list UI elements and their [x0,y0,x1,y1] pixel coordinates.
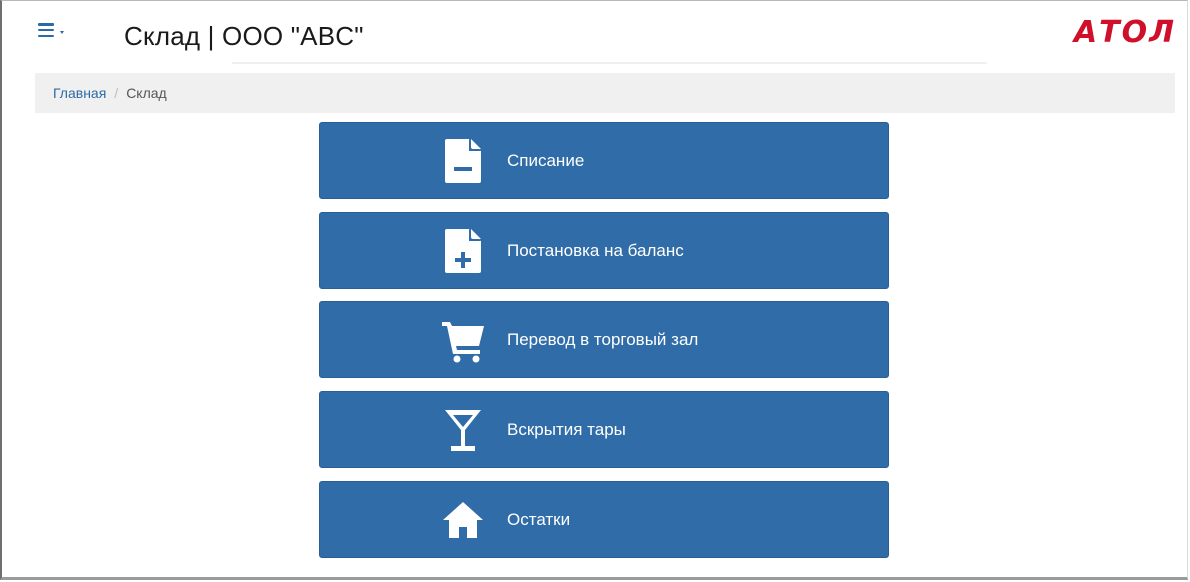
hamburger-menu-icon [38,23,54,37]
breadcrumb-current: Склад [126,85,167,101]
brand-logo: АТОЛ [1073,15,1176,50]
tile-label: Остатки [507,509,571,529]
caret-down-icon [60,30,64,34]
header: Склад | ООО "ABC" АТОЛ [16,9,1176,69]
tile-container-opening[interactable]: Вскрытия тары [319,391,889,468]
breadcrumb: Главная / Склад [35,73,1175,113]
cocktail-glass-icon [441,405,485,455]
tile-balances[interactable]: Остатки [319,481,889,558]
tile-label: Перевод в торговый зал [507,329,699,349]
document-plus-icon [441,226,485,276]
tile-add-to-balance[interactable]: Постановка на баланс [319,212,889,289]
page-title: Склад | ООО "ABC" [124,21,364,51]
shopping-cart-icon [441,315,485,365]
tile-label: Постановка на баланс [507,240,684,260]
header-divider [232,62,987,64]
app-window: Склад | ООО "ABC" АТОЛ Главная / Склад С… [0,0,1188,580]
home-icon [441,495,485,545]
tile-write-off[interactable]: Списание [319,122,889,199]
tile-label: Списание [507,150,585,170]
document-minus-icon [441,136,485,186]
menu-button[interactable] [38,23,64,37]
tile-label: Вскрытия тары [507,419,626,439]
tile-menu: Списание Постановка на баланс Перевод в … [319,122,889,571]
tile-transfer-to-sales-floor[interactable]: Перевод в торговый зал [319,301,889,378]
breadcrumb-separator: / [114,85,119,101]
breadcrumb-home-link[interactable]: Главная [53,85,106,101]
